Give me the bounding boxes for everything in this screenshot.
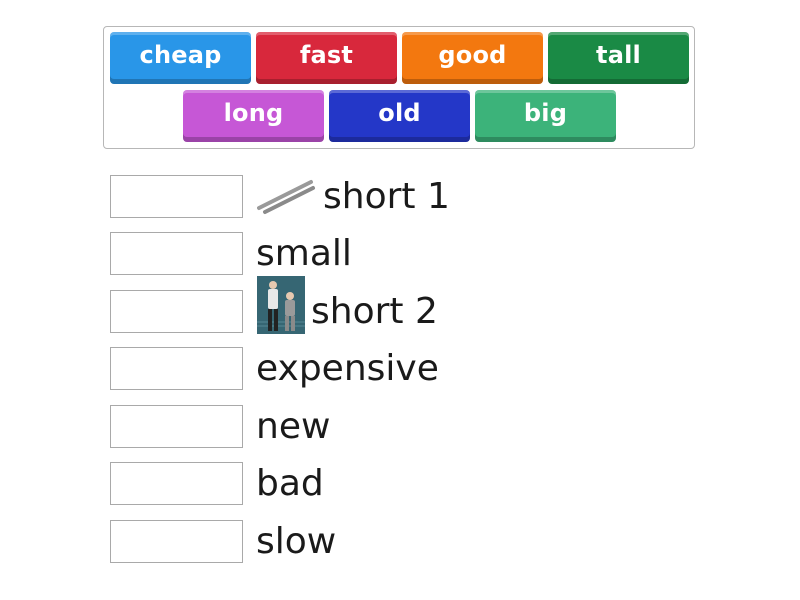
drop-box[interactable] (110, 404, 243, 448)
word-label: short 1 (323, 175, 450, 217)
drop-box[interactable] (110, 174, 243, 218)
word-label: bad (256, 462, 324, 504)
word-label: slow (256, 520, 337, 562)
tile-big[interactable]: big (475, 90, 616, 142)
word-label: expensive (256, 347, 439, 389)
two-men-photo (257, 276, 305, 334)
match-row: slow (110, 519, 336, 563)
word-label: new (256, 405, 331, 447)
match-row: expensive (110, 346, 439, 390)
quiz-page: cheap fast good tall long old big short … (0, 0, 800, 600)
word-label: small (256, 232, 352, 274)
drop-box[interactable] (110, 519, 243, 563)
match-row: short 1 (110, 174, 450, 218)
match-row: short 2 (110, 276, 438, 334)
drop-box[interactable] (110, 461, 243, 505)
match-row: bad (110, 461, 324, 505)
drop-box[interactable] (110, 231, 243, 275)
match-row: new (110, 404, 330, 448)
answer-bank: cheap fast good tall long old big (103, 26, 695, 149)
tile-old[interactable]: old (329, 90, 470, 142)
tile-tall[interactable]: tall (548, 32, 689, 84)
tile-cheap[interactable]: cheap (110, 32, 251, 84)
word-label: short 2 (311, 290, 438, 332)
tile-long[interactable]: long (183, 90, 324, 142)
drop-box[interactable] (110, 289, 243, 333)
tile-good[interactable]: good (402, 32, 543, 84)
drop-box[interactable] (110, 346, 243, 390)
tile-fast[interactable]: fast (256, 32, 397, 84)
ruler-lines-icon (257, 180, 315, 214)
match-row: small (110, 231, 352, 275)
